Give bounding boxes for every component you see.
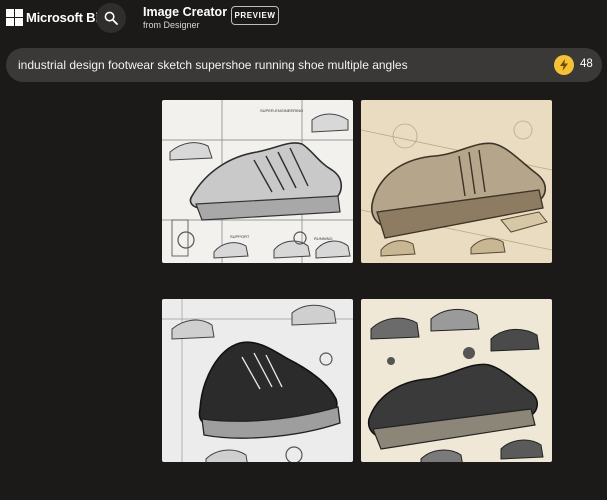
- page-title[interactable]: Image Creator: [143, 5, 227, 19]
- microsoft-logo-icon[interactable]: [6, 9, 23, 26]
- boost-count: 48: [580, 58, 593, 70]
- prompt-bar[interactable]: industrial design footwear sketch supers…: [6, 48, 602, 82]
- generated-image-1[interactable]: SUPER-ENGINEERING SUPPORT RUNNING: [162, 100, 353, 263]
- generated-image-3[interactable]: [162, 299, 353, 462]
- search-icon: [104, 11, 118, 25]
- annotation-label: RUNNING: [314, 236, 333, 241]
- annotation-label: SUPER-ENGINEERING: [260, 108, 304, 113]
- boost-badge[interactable]: [554, 55, 574, 75]
- annotation-label: SUPPORT: [230, 234, 250, 239]
- page-subtitle: from Designer: [143, 20, 200, 30]
- preview-badge: PREVIEW: [231, 6, 279, 25]
- generated-image-2[interactable]: [361, 100, 552, 263]
- lightning-icon: [560, 59, 568, 71]
- prompt-input[interactable]: industrial design footwear sketch supers…: [18, 58, 408, 72]
- generated-image-4[interactable]: [361, 299, 552, 462]
- search-button[interactable]: [96, 3, 126, 33]
- header: Microsoft Bing Image Creator from Design…: [0, 0, 607, 40]
